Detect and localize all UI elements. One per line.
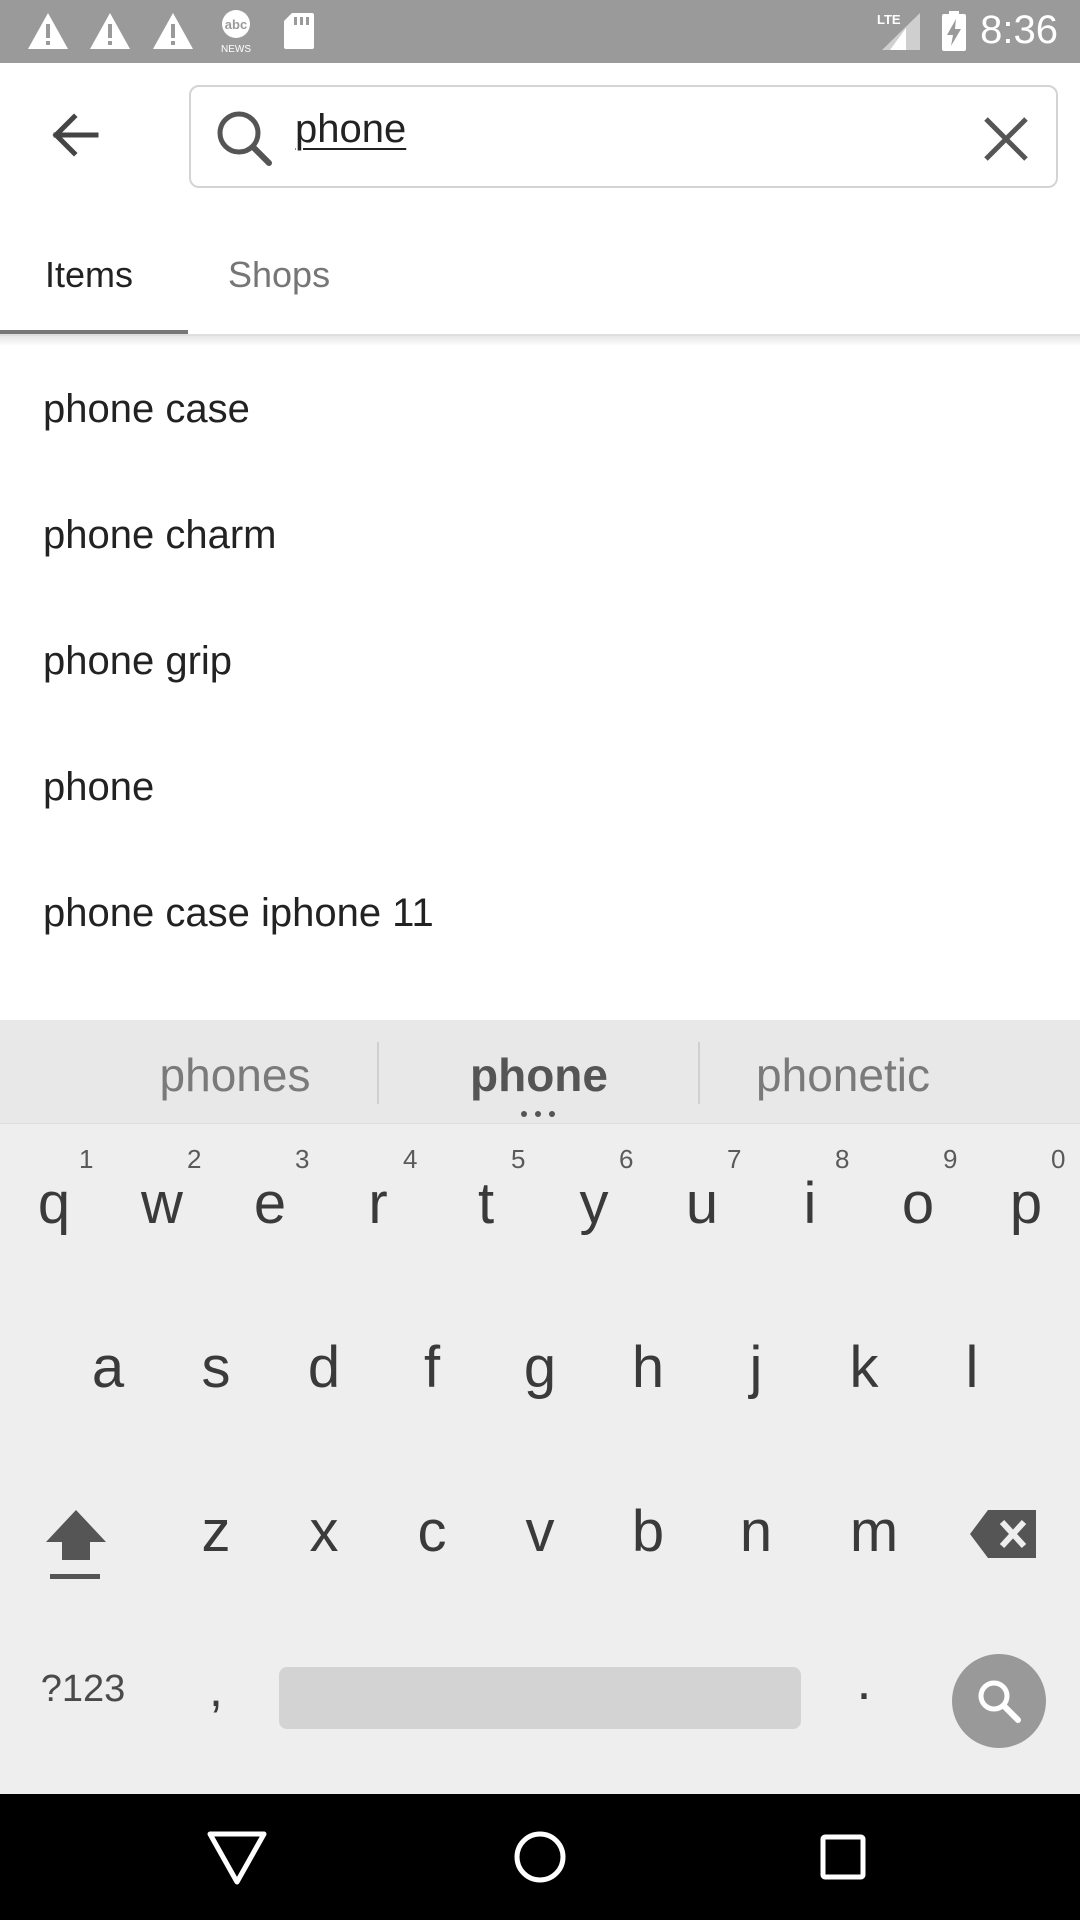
key-u[interactable]: u [662, 1170, 742, 1237]
sd-card-icon [284, 13, 314, 49]
keyboard-search-key[interactable] [952, 1654, 1046, 1748]
word-suggestion-primary[interactable]: phone [410, 1048, 668, 1102]
key-y[interactable]: y [554, 1170, 634, 1237]
key-b[interactable]: b [608, 1498, 688, 1565]
key-t[interactable]: t [446, 1170, 526, 1237]
keyboard-suggestion-strip: phones phone phonetic [0, 1020, 1080, 1124]
key-l[interactable]: l [932, 1334, 1012, 1401]
key-o[interactable]: o [878, 1170, 958, 1237]
home-nav-icon[interactable] [507, 1824, 573, 1890]
key-w[interactable]: w [122, 1170, 202, 1237]
key-f[interactable]: f [392, 1334, 472, 1401]
suggestion-item[interactable]: phone case mandala [43, 976, 414, 1021]
status-bar: abc NEWS LTE 8:36 [0, 0, 1080, 63]
status-time: 8:36 [980, 8, 1058, 52]
key-r[interactable]: r [338, 1170, 418, 1237]
shift-key[interactable] [38, 1500, 114, 1600]
back-button[interactable] [40, 100, 110, 170]
tab-bar: Items Shops [0, 230, 1080, 336]
battery-charging-icon [942, 11, 966, 51]
search-icon [978, 1680, 1021, 1723]
symbols-key[interactable]: ?123 [28, 1668, 138, 1711]
network-type-label: LTE [877, 12, 901, 27]
search-input[interactable]: phone [295, 107, 406, 152]
key-x[interactable]: x [284, 1498, 364, 1565]
key-p[interactable]: p [986, 1170, 1066, 1237]
suggestion-list: phone case phone charm phone grip phone … [0, 346, 1080, 1021]
search-icon [217, 111, 272, 166]
suggestion-item[interactable]: phone grip [43, 598, 232, 724]
more-suggestions-icon [521, 1111, 555, 1117]
backspace-key[interactable] [968, 1506, 1040, 1562]
key-s[interactable]: s [176, 1334, 256, 1401]
recents-nav-icon[interactable] [810, 1824, 876, 1890]
key-c[interactable]: c [392, 1498, 472, 1565]
key-v[interactable]: v [500, 1498, 580, 1565]
key-d[interactable]: d [284, 1334, 364, 1401]
tab-items[interactable]: Items [45, 254, 133, 296]
key-i[interactable]: i [770, 1170, 850, 1237]
key-k[interactable]: k [824, 1334, 904, 1401]
suggestion-item[interactable]: phone case [43, 346, 250, 472]
clear-search-icon[interactable] [980, 113, 1032, 165]
shift-icon [46, 1510, 106, 1579]
back-arrow-icon [52, 113, 99, 157]
warning-icon [28, 13, 68, 49]
abc-logo-text: abc [225, 17, 247, 32]
tab-indicator [0, 330, 188, 334]
news-logo-text: NEWS [221, 44, 251, 55]
warning-icon [153, 13, 193, 49]
key-q[interactable]: q [14, 1170, 94, 1237]
comma-key[interactable]: , [176, 1660, 256, 1718]
suggestion-divider [377, 1042, 379, 1104]
tab-bar-shadow [0, 336, 1080, 346]
soft-keyboard: phones phone phonetic 1 q 2 w 3 e 4 r 5 … [0, 1020, 1080, 1794]
suggestion-item[interactable]: phone case iphone 11 [43, 850, 434, 976]
key-a[interactable]: a [68, 1334, 148, 1401]
key-n[interactable]: n [716, 1498, 796, 1565]
suggestion-item[interactable]: phone [43, 724, 154, 850]
key-z[interactable]: z [176, 1498, 256, 1565]
key-m[interactable]: m [824, 1498, 924, 1565]
back-nav-icon[interactable] [204, 1824, 270, 1890]
key-h[interactable]: h [608, 1334, 688, 1401]
search-box[interactable]: phone [189, 85, 1058, 188]
suggestion-divider [698, 1042, 700, 1104]
spacebar[interactable] [279, 1667, 801, 1729]
period-key[interactable]: . [824, 1650, 904, 1712]
navigation-bar [0, 1794, 1080, 1920]
word-suggestion[interactable]: phones [110, 1048, 360, 1102]
abc-news-icon: abc NEWS [221, 10, 251, 55]
key-j[interactable]: j [716, 1334, 796, 1401]
backspace-icon [970, 1510, 1036, 1558]
key-e[interactable]: e [230, 1170, 310, 1237]
word-suggestion[interactable]: phonetic [720, 1048, 966, 1102]
lte-signal-icon: LTE [877, 12, 920, 50]
suggestion-item[interactable]: phone charm [43, 472, 276, 598]
tab-shops[interactable]: Shops [228, 254, 330, 296]
warning-icon [90, 13, 130, 49]
key-g[interactable]: g [500, 1334, 580, 1401]
